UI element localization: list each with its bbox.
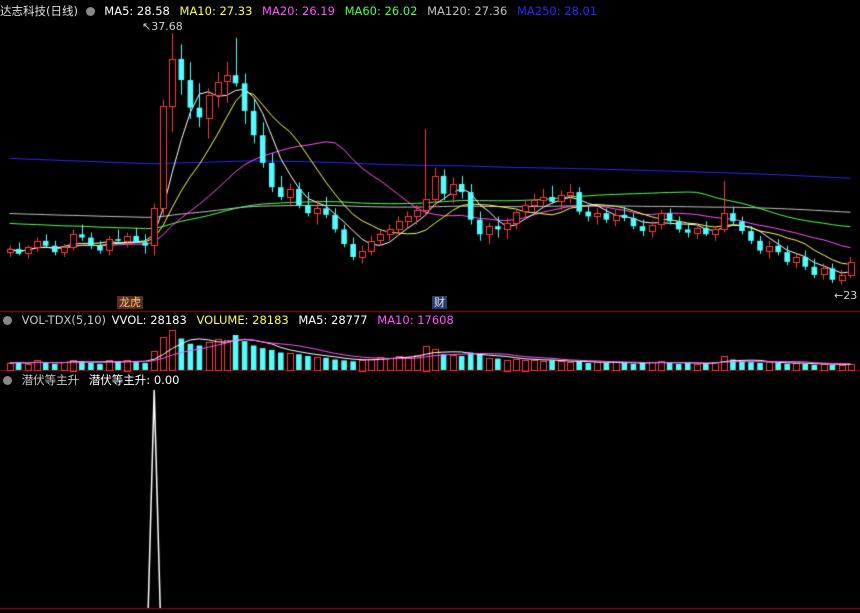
legend-ma60: MA60: 26.02 [344,4,418,18]
vol-vvol: VVOL: 28183 [111,313,187,327]
indicator-settings-icon[interactable] [3,376,12,385]
legend-ma10: MA10: 27.33 [179,4,253,18]
indicator-value: 潜伏等主升: 0.00 [88,373,180,387]
vol-ma5: MA5: 28777 [298,313,368,327]
low-arrow-icon: ← [834,289,844,302]
event-tag-lhb-label: 龙虎 [119,296,141,309]
volume-panel-legend: VOL-TDX(5,10) VVOL: 28183 VOLUME: 28183 … [0,312,460,328]
high-price-value: 37.68 [151,20,183,33]
legend-ma20: MA20: 26.19 [262,4,335,18]
high-arrow-icon: ↖ [142,20,152,33]
low-price-label: ←23 [834,289,857,302]
volume-settings-icon[interactable] [3,316,12,325]
event-tag-lhb[interactable]: 龙虎 [117,296,143,309]
event-tag-finance-label: 财 [434,296,445,309]
low-price-value: 23 [843,289,858,302]
price-panel-legend: 达志科技(日线) MA5: 28.58 MA10: 27.33 MA20: 26… [0,3,603,19]
vol-title: VOL-TDX(5,10) [21,313,107,327]
legend-ma120: MA120: 27.36 [427,4,508,18]
event-tag-finance[interactable]: 财 [432,296,447,309]
indicator-panel-legend: 潜伏等主升 潜伏等主升: 0.00 [0,372,185,388]
stock-title: 达志科技(日线) [0,4,78,18]
legend-ma5: MA5: 28.58 [104,4,170,18]
vol-ma10: MA10: 17608 [377,313,454,327]
legend-ma250: MA250: 28.01 [516,4,598,18]
panel-settings-icon[interactable] [85,7,95,16]
vol-volume: VOLUME: 28183 [196,313,289,327]
indicator-title: 潜伏等主升 [21,373,80,387]
high-price-label: ↖37.68 [142,20,183,33]
